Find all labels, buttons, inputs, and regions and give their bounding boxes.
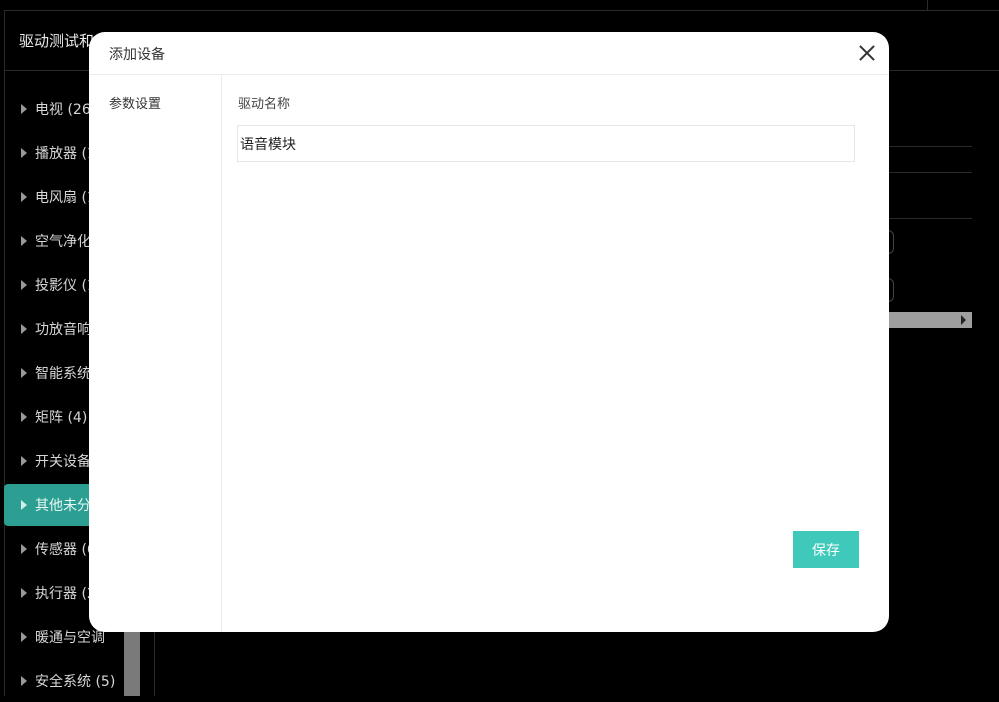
- caret-right-icon: [21, 324, 27, 334]
- category-label: 智能系统: [35, 366, 91, 382]
- caret-right-icon: [21, 588, 27, 598]
- category-label: 功放音响: [35, 322, 91, 338]
- table-divider: [889, 172, 972, 173]
- caret-right-icon: [21, 544, 27, 554]
- dialog-sidebar: 参数设置: [89, 75, 222, 632]
- top-bar-separator: [927, 0, 928, 10]
- category-label: 执行器 (2: [35, 586, 96, 602]
- caret-right-icon: [21, 104, 27, 114]
- caret-right-icon: [21, 236, 27, 246]
- sidebar-scrollbar[interactable]: [124, 632, 140, 696]
- sidebar-divider: [154, 632, 155, 696]
- dialog-header: 添加设备: [89, 32, 889, 75]
- driver-name-label: 驱动名称: [238, 97, 291, 112]
- category-label: 电风扇 (1: [35, 190, 96, 206]
- category-label: 矩阵 (4): [35, 410, 88, 426]
- dialog-title: 添加设备: [109, 47, 165, 63]
- table-divider: [889, 218, 972, 219]
- horizontal-scrollbar[interactable]: [889, 312, 972, 328]
- page-title: 驱动测试和: [19, 32, 95, 50]
- caret-right-icon: [21, 632, 27, 642]
- dialog-content: 驱动名称 保存: [222, 75, 889, 632]
- top-bar: [4, 0, 999, 11]
- category-label: 空气净化: [35, 234, 91, 250]
- save-button[interactable]: 保存: [793, 531, 859, 568]
- caret-right-icon: [21, 192, 27, 202]
- caret-right-icon: [21, 280, 27, 290]
- add-device-dialog: 添加设备 参数设置 驱动名称 保存: [89, 32, 889, 632]
- category-label: 播放器 (1: [35, 146, 96, 162]
- category-label: 投影仪 (1: [35, 278, 96, 294]
- driver-name-input[interactable]: [237, 125, 855, 162]
- caret-right-icon: [21, 676, 27, 686]
- category-label: 传感器 (6: [35, 542, 96, 558]
- caret-right-icon: [21, 148, 27, 158]
- category-label: 安全系统 (5): [35, 674, 116, 690]
- caret-right-icon: [21, 500, 27, 510]
- table-divider: [889, 146, 972, 147]
- tab-parameter-settings[interactable]: 参数设置: [109, 93, 161, 112]
- caret-right-icon: [21, 412, 27, 422]
- category-label: 电视 (26): [35, 102, 97, 118]
- category-label: 开关设备: [35, 454, 91, 470]
- category-label: 其他未分: [35, 498, 91, 514]
- caret-right-icon: [21, 456, 27, 466]
- caret-right-icon: [21, 368, 27, 378]
- close-icon[interactable]: [859, 45, 875, 61]
- scroll-right-arrow-icon[interactable]: [961, 315, 966, 325]
